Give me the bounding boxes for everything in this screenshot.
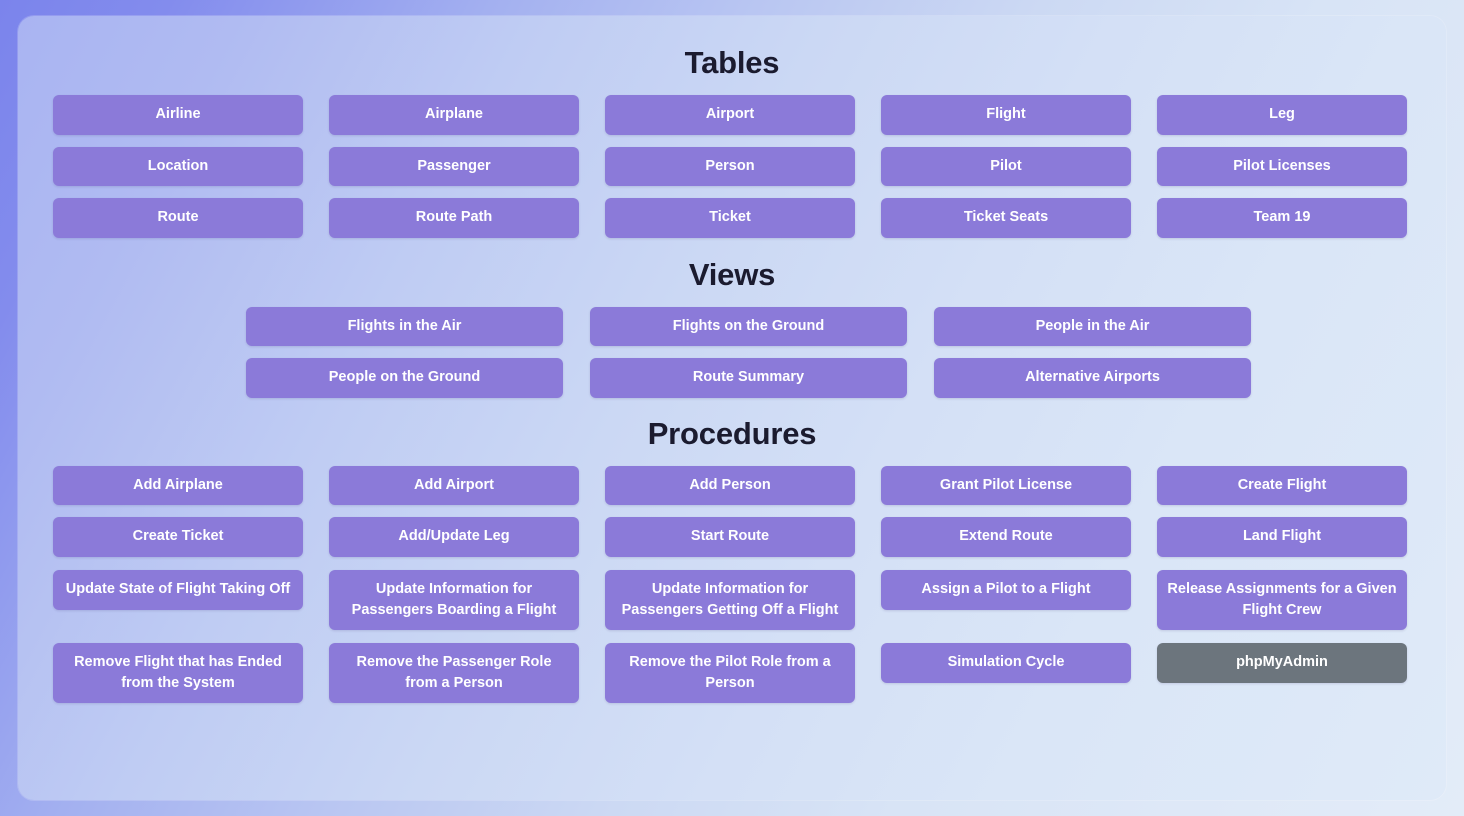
procedure-cell: Add Airplane [53,465,303,506]
views-row-2: People on the Ground Route Summary Alter… [246,358,1252,398]
procedure-cell: Remove the Pilot Role from a Person [605,643,855,704]
procedure-cell: Extend Route [881,517,1131,558]
procedures-row-3: Update State of Flight Taking Off Update… [53,570,1409,631]
table-cell: Ticket Seats [881,198,1131,238]
procedure-cell: Remove Flight that has Ended from the Sy… [53,643,303,704]
table-cell: Pilot Licenses [1157,146,1407,187]
table-button-flight[interactable]: Flight [881,95,1131,135]
view-cell: People on the Ground [246,358,563,398]
table-button-person[interactable]: Person [605,146,855,187]
procedure-button-remove-the-pilot-role-from-a-person[interactable]: Remove the Pilot Role from a Person [605,643,855,704]
procedures-row-1: Add Airplane Add Airport Add Person Gran… [53,465,1409,506]
view-button-people-in-the-air[interactable]: People in the Air [934,306,1251,347]
procedure-cell: Grant Pilot License [881,465,1131,506]
tables-row-1: Airline Airplane Airport Flight Leg [53,95,1409,135]
section-heading-views: Views [688,256,776,292]
tables-row-2: Location Passenger Person Pilot Pilot Li… [53,146,1409,187]
procedure-cell: Update State of Flight Taking Off [53,570,303,610]
procedure-button-assign-a-pilot-to-a-flight[interactable]: Assign a Pilot to a Flight [881,570,1131,610]
view-button-people-on-the-ground[interactable]: People on the Ground [246,358,563,398]
view-button-alternative-airports[interactable]: Alternative Airports [934,358,1251,398]
table-cell: Route [53,198,303,238]
table-button-airplane[interactable]: Airplane [329,95,579,135]
procedure-button-remove-the-passenger-role-from-a-person[interactable]: Remove the Passenger Role from a Person [329,643,579,704]
procedures-row-2: Create Ticket Add/Update Leg Start Route… [53,517,1409,558]
procedure-button-extend-route[interactable]: Extend Route [881,517,1131,558]
procedure-button-remove-flight-that-has-ended-from-the-system[interactable]: Remove Flight that has Ended from the Sy… [53,643,303,704]
procedure-button-land-flight[interactable]: Land Flight [1157,517,1407,558]
procedure-button-update-information-for-passengers-getting-off-a-flight[interactable]: Update Information for Passengers Gettin… [605,570,855,631]
procedure-button-add-airport[interactable]: Add Airport [329,465,579,506]
app-window: Tables Airline Airplane Airport Flight L… [18,16,1446,800]
views-row-1: Flights in the Air Flights on the Ground… [246,306,1252,347]
table-cell: Location [53,146,303,187]
section-heading-procedures: Procedures [647,415,817,451]
table-button-pilot-licenses[interactable]: Pilot Licenses [1157,146,1407,187]
procedure-cell: Add Airport [329,465,579,506]
table-button-team-19[interactable]: Team 19 [1157,198,1407,238]
procedure-cell: Add/Update Leg [329,517,579,558]
table-button-location[interactable]: Location [53,146,303,187]
table-cell: Passenger [329,146,579,187]
procedure-cell: Add Person [605,465,855,506]
view-button-flights-on-the-ground[interactable]: Flights on the Ground [590,306,907,347]
procedure-cell: Update Information for Passengers Boardi… [329,570,579,631]
procedure-cell: Create Ticket [53,517,303,558]
table-button-ticket-seats[interactable]: Ticket Seats [881,198,1131,238]
table-button-pilot[interactable]: Pilot [881,146,1131,187]
section-heading-tables: Tables [684,45,780,80]
procedures-grid: Add Airplane Add Airport Add Person Gran… [53,465,1409,704]
table-cell: Airline [53,95,303,135]
procedure-cell: phpMyAdmin [1157,643,1407,683]
table-cell: Ticket [605,198,855,238]
view-cell: Flights on the Ground [590,306,907,347]
table-button-leg[interactable]: Leg [1157,95,1407,135]
views-grid: Flights in the Air Flights on the Ground… [246,306,1252,398]
procedure-button-release-assignments-for-a-given-flight-crew[interactable]: Release Assignments for a Given Flight C… [1157,570,1407,631]
procedure-cell: Release Assignments for a Given Flight C… [1157,570,1407,631]
phpmyadmin-button[interactable]: phpMyAdmin [1157,643,1407,683]
procedure-cell: Assign a Pilot to a Flight [881,570,1131,610]
procedure-button-simulation-cycle[interactable]: Simulation Cycle [881,643,1131,683]
procedure-button-update-information-for-passengers-boarding-a-flight[interactable]: Update Information for Passengers Boardi… [329,570,579,631]
procedure-button-update-state-of-flight-taking-off[interactable]: Update State of Flight Taking Off [53,570,303,610]
tables-row-3: Route Route Path Ticket Ticket Seats Tea… [53,198,1409,238]
procedure-button-start-route[interactable]: Start Route [605,517,855,558]
table-cell: Person [605,146,855,187]
procedure-cell: Remove the Passenger Role from a Person [329,643,579,704]
view-cell: Route Summary [590,358,907,398]
table-button-passenger[interactable]: Passenger [329,146,579,187]
table-cell: Pilot [881,146,1131,187]
view-button-route-summary[interactable]: Route Summary [590,358,907,398]
procedures-row-4: Remove Flight that has Ended from the Sy… [53,643,1409,704]
procedure-button-add-airplane[interactable]: Add Airplane [53,465,303,506]
table-cell: Flight [881,95,1131,135]
table-cell: Leg [1157,95,1407,135]
table-cell: Airplane [329,95,579,135]
table-cell: Airport [605,95,855,135]
table-cell: Route Path [329,198,579,238]
procedure-cell: Start Route [605,517,855,558]
view-button-flights-in-the-air[interactable]: Flights in the Air [246,306,563,347]
view-cell: People in the Air [934,306,1251,347]
dashboard-content: Tables Airline Airplane Airport Flight L… [18,16,1446,800]
table-button-route-path[interactable]: Route Path [329,198,579,238]
procedure-button-create-flight[interactable]: Create Flight [1157,465,1407,506]
procedure-cell: Land Flight [1157,517,1407,558]
tables-grid: Airline Airplane Airport Flight Leg Loca… [53,95,1409,238]
procedure-cell: Update Information for Passengers Gettin… [605,570,855,631]
procedure-button-create-ticket[interactable]: Create Ticket [53,517,303,558]
table-button-airline[interactable]: Airline [53,95,303,135]
table-cell: Team 19 [1157,198,1407,238]
procedure-button-grant-pilot-license[interactable]: Grant Pilot License [881,465,1131,506]
procedure-button-add-person[interactable]: Add Person [605,465,855,506]
view-cell: Flights in the Air [246,306,563,347]
table-button-ticket[interactable]: Ticket [605,198,855,238]
view-cell: Alternative Airports [934,358,1251,398]
procedure-cell: Simulation Cycle [881,643,1131,683]
table-button-airport[interactable]: Airport [605,95,855,135]
table-button-route[interactable]: Route [53,198,303,238]
procedure-button-add-update-leg[interactable]: Add/Update Leg [329,517,579,558]
procedure-cell: Create Flight [1157,465,1407,506]
